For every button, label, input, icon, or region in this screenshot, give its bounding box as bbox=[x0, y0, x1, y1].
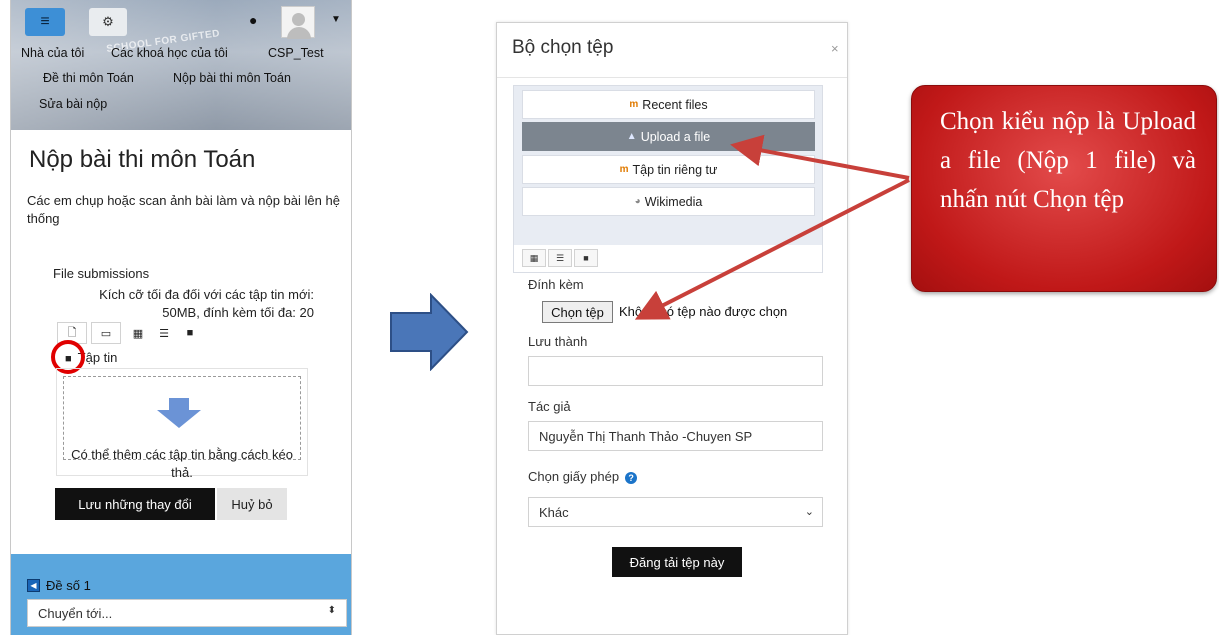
download-arrow-icon bbox=[157, 398, 201, 428]
sort-arrows-icon: ⬍ bbox=[327, 605, 336, 616]
grid-icon: ▦ bbox=[529, 252, 539, 263]
cancel-button[interactable]: Huỷ bỏ bbox=[217, 488, 287, 520]
repo-label: Tập tin riêng tư bbox=[632, 162, 718, 177]
breadcrumb-home[interactable]: Nhà của tôi bbox=[21, 46, 84, 60]
license-value: Khác bbox=[539, 505, 569, 520]
list-icon: ☰ bbox=[555, 252, 565, 263]
globe-icon: ◕ bbox=[634, 196, 641, 207]
breadcrumb-course[interactable]: CSP_Test bbox=[268, 46, 324, 60]
repo-label: Upload a file bbox=[640, 129, 711, 144]
breadcrumb-edit-submission[interactable]: Sửa bài nộp bbox=[39, 97, 107, 111]
instruction-callout: Chọn kiểu nộp là Upload a file (Nộp 1 fi… bbox=[911, 85, 1217, 292]
breadcrumb-my-courses[interactable]: Các khoá học của tôi bbox=[111, 46, 228, 60]
save-changes-button[interactable]: Lưu những thay đổi bbox=[55, 488, 215, 520]
callout-text: Chọn kiểu nộp là Upload a file (Nộp 1 fi… bbox=[940, 108, 1196, 213]
hamburger-menu-button[interactable]: ≡ bbox=[25, 8, 65, 36]
choose-file-button[interactable]: Chọn tệp bbox=[542, 301, 613, 323]
previous-arrow-icon: ◀ bbox=[27, 579, 40, 592]
right-arrow-icon bbox=[390, 293, 469, 371]
breadcrumb-assignment[interactable]: Nộp bài thi môn Toán bbox=[173, 71, 291, 85]
save-as-label: Lưu thành bbox=[528, 334, 588, 349]
tree-view-button[interactable]: ■ bbox=[177, 322, 203, 344]
moodle-icon: m bbox=[629, 99, 639, 110]
help-icon[interactable]: ? bbox=[625, 471, 638, 484]
folder-icon: ■ bbox=[186, 327, 194, 339]
repo-private-files[interactable]: m Tập tin riêng tư bbox=[522, 155, 815, 184]
chevron-down-icon: ⌄ bbox=[804, 506, 814, 518]
assignment-description: Các em chụp hoặc scan ảnh bài làm và nộp… bbox=[27, 193, 340, 226]
drop-zone-text: Có thể thêm các tập tin bằng cách kéo th… bbox=[71, 447, 293, 478]
grid-view-button[interactable]: ▦ bbox=[522, 249, 546, 267]
repo-wikimedia[interactable]: ◕ Wikimedia bbox=[522, 187, 815, 216]
list-icon: ☰ bbox=[159, 327, 169, 340]
upload-file-button[interactable]: Đăng tải tệp này bbox=[612, 547, 742, 577]
save-as-input[interactable] bbox=[528, 356, 823, 386]
caret-down-icon[interactable]: ▼ bbox=[331, 14, 341, 25]
jump-to-value: Chuyển tới... bbox=[38, 606, 113, 621]
file-size-limit-text: Kích cỡ tối đa đối với các tập tin mới: … bbox=[99, 287, 314, 320]
avatar[interactable] bbox=[281, 6, 315, 39]
tree-view-button[interactable]: ■ bbox=[574, 249, 598, 267]
list-view-button[interactable]: ☰ bbox=[548, 249, 572, 267]
author-label: Tác giả bbox=[528, 399, 571, 414]
hamburger-icon: ≡ bbox=[40, 13, 50, 30]
attachment-label: Đính kèm bbox=[528, 277, 584, 292]
license-select[interactable]: Khác ⌄ bbox=[528, 497, 823, 527]
breadcrumb-section[interactable]: Đề thi môn Toán bbox=[43, 71, 134, 85]
repository-list: m Recent files ▲ Upload a file m Tập tin… bbox=[513, 85, 823, 247]
previous-section-link[interactable]: ◀ Đề số 1 bbox=[27, 578, 91, 593]
close-icon[interactable]: × bbox=[831, 41, 839, 56]
list-view-button[interactable]: ☰ bbox=[151, 322, 177, 344]
license-label: Chọn giấy phép bbox=[528, 469, 620, 484]
speech-bubble-icon[interactable]: ● bbox=[249, 12, 257, 28]
repo-recent-files[interactable]: m Recent files bbox=[522, 90, 815, 119]
settings-button[interactable]: ⚙ bbox=[89, 8, 127, 36]
gear-icon: ⚙ bbox=[102, 14, 114, 29]
course-page-panel: SCHOOL FOR GIFTED ≡ ⚙ ● ▼ Nhà của tôi Cá… bbox=[10, 0, 352, 635]
repo-upload-file[interactable]: ▲ Upload a file bbox=[522, 122, 815, 151]
create-folder-button[interactable]: ▭ bbox=[91, 322, 121, 344]
file-submissions-label: File submissions bbox=[53, 266, 150, 281]
repo-label: Wikimedia bbox=[644, 194, 703, 209]
upload-icon: ▲ bbox=[626, 131, 637, 142]
dialog-divider bbox=[497, 77, 847, 78]
jump-to-select[interactable]: Chuyển tới... ⬍ bbox=[27, 599, 347, 627]
filemanager-toolbar: 🗋 ▭ ▦ ☰ ■ bbox=[57, 322, 227, 344]
dialog-title: Bộ chọn tệp bbox=[512, 37, 614, 58]
view-mode-bar: ▦ ☰ ■ bbox=[513, 245, 823, 273]
page-title: Nộp bài thi môn Toán bbox=[29, 146, 256, 173]
folder-icon: ■ bbox=[583, 253, 589, 263]
file-picker-dialog: Bộ chọn tệp × m Recent files ▲ Upload a … bbox=[496, 22, 848, 635]
no-file-chosen-text: Không có tệp nào được chọn bbox=[619, 304, 788, 319]
folder-outline-icon: ▭ bbox=[100, 327, 112, 340]
author-input[interactable]: Nguyễn Thị Thanh Thảo -Chuyen SP bbox=[528, 421, 823, 451]
grid-view-button[interactable]: ▦ bbox=[125, 322, 151, 344]
repo-label: Recent files bbox=[642, 97, 708, 112]
moodle-icon: m bbox=[619, 164, 629, 175]
license-label-row: Chọn giấy phép? bbox=[528, 469, 638, 484]
previous-section-label: Đề số 1 bbox=[46, 578, 91, 593]
grid-icon: ▦ bbox=[132, 327, 144, 340]
